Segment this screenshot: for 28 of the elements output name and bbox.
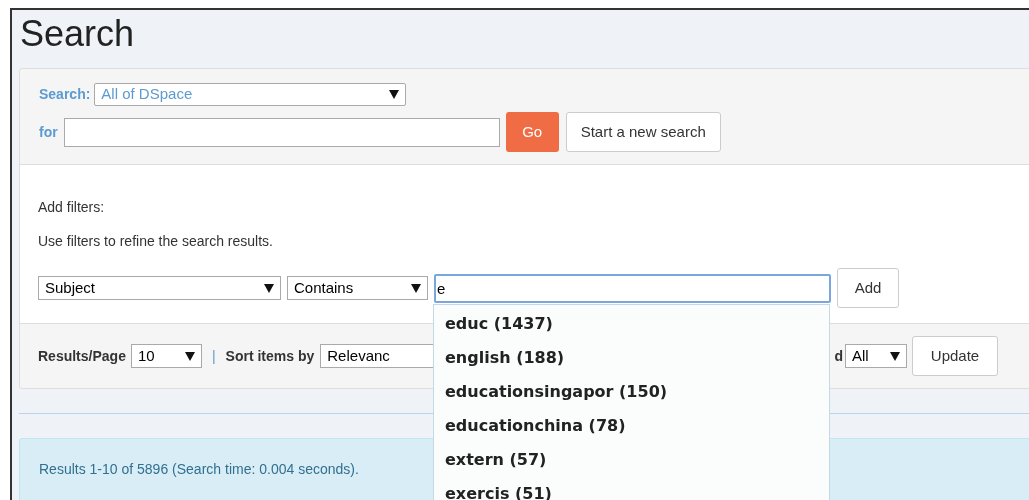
suggestion-item[interactable]: educationsingapor (150): [434, 375, 829, 409]
filters-hint: Use filters to refine the search results.: [38, 232, 274, 251]
filter-value-field[interactable]: e: [434, 273, 831, 303]
suggestion-item[interactable]: educationchina (78): [434, 409, 829, 443]
caret-icon: [411, 283, 421, 293]
page-title: Search: [19, 12, 136, 56]
update-button[interactable]: Update: [912, 336, 998, 376]
add-button[interactable]: Add: [837, 268, 899, 308]
separator: |: [211, 346, 216, 366]
field-select[interactable]: Subject: [38, 276, 281, 300]
suggestion-item[interactable]: educ (1437): [434, 307, 829, 341]
sort-label: Sort items by: [225, 346, 315, 366]
results-per-page-label: Results/Page: [38, 346, 126, 366]
results-summary: Results 1-10 of 5896 (Search time: 0.004 seconds).: [39, 460, 359, 479]
caret-icon: [389, 90, 400, 99]
query-field[interactable]: [63, 117, 500, 147]
caret-icon: [890, 351, 900, 361]
caret-icon: [184, 351, 195, 361]
filter-select[interactable]: All: [845, 344, 907, 368]
caret-icon: [264, 283, 274, 293]
suggestion-item[interactable]: extern (57): [434, 443, 829, 477]
results-per-page-select[interactable]: 10: [130, 344, 202, 368]
scope-label: Search:: [39, 85, 91, 104]
query-label: for: [39, 122, 58, 142]
operator-select[interactable]: Contains: [287, 276, 428, 300]
filters-heading: Add filters:: [38, 198, 106, 217]
new-search-button[interactable]: Start a new search: [565, 112, 721, 152]
filter-label: d: [834, 346, 843, 366]
